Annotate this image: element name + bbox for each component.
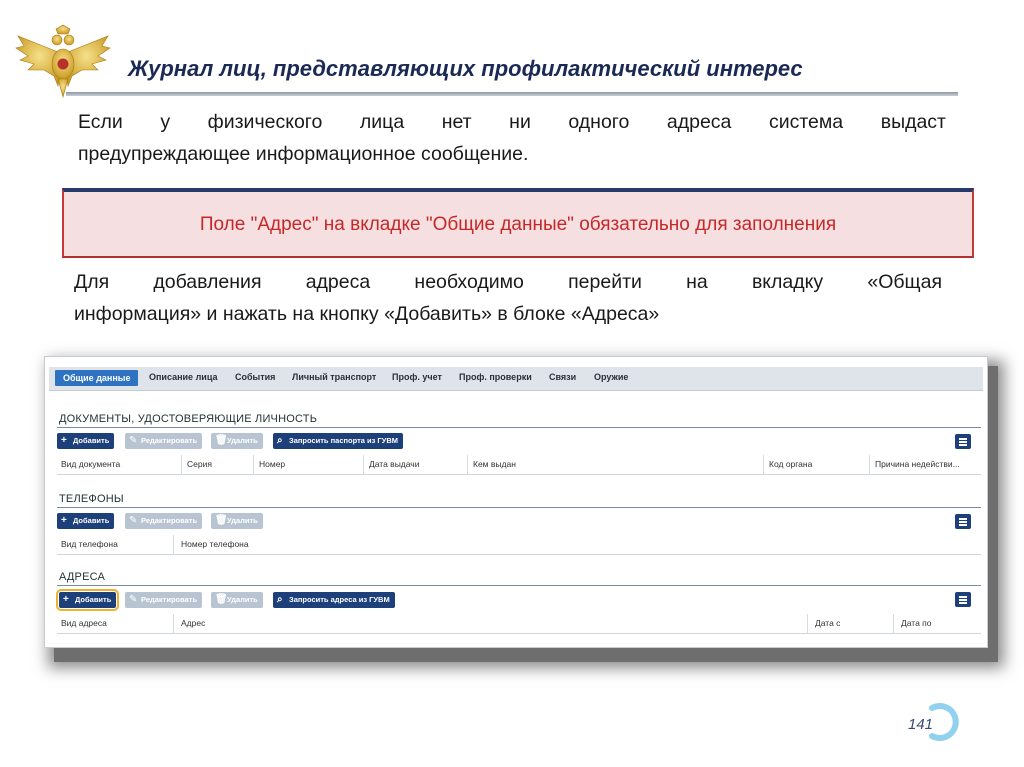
documents-section-title: ДОКУМЕНТЫ, УДОСТОВЕРЯЮЩИЕ ЛИЧНОСТЬ [59,413,318,425]
addresses-menu-button[interactable] [955,592,971,607]
intro-line-2: предупреждающее информационное сообщение… [78,143,529,165]
addresses-section-title: АДРЕСА [59,571,106,583]
warning-message-text: Поле "Адрес" на вкладке "Общие данные" о… [199,214,837,235]
phones-divider [57,507,981,508]
tab-weapons[interactable]: Оружие [594,372,628,382]
plus-icon: + [63,594,69,605]
plus-icon: + [61,515,67,526]
addresses-delete-button[interactable]: 🗑 Удалить [211,592,263,608]
column-header[interactable]: Кем выдан [473,459,516,469]
column-header[interactable]: Дата с [815,618,840,628]
documents-divider [57,427,981,428]
phones-delete-button[interactable]: 🗑 Удалить [211,513,263,529]
search-icon: ⌕ [277,594,283,605]
addresses-edit-button[interactable]: ✎ Редактировать [125,592,203,608]
phones-menu-button[interactable] [955,514,971,529]
column-header[interactable]: Дата по [901,618,932,628]
intro-paragraph: Если у физического лица нет ни одного ад… [78,106,946,170]
column-header[interactable]: Причина недействи... [875,459,960,469]
tab-events[interactable]: События [235,372,275,382]
addresses-table-header: Вид адреса Адрес Дата с Дата по [57,614,981,634]
addresses-request-button[interactable]: ⌕ Запросить адреса из ГУВМ [273,592,395,608]
column-header[interactable]: Дата выдачи [369,459,420,469]
instruction-paragraph: Для добавления адреса необходимо перейти… [74,266,942,330]
page-number: 141 [908,716,934,733]
tab-links[interactable]: Связи [549,372,576,382]
documents-add-button[interactable]: + Добавить [57,433,115,449]
pencil-icon: ✎ [129,515,138,526]
column-header[interactable]: Адрес [181,618,205,628]
documents-request-passport-button[interactable]: ⌕ Запросить паспорта из ГУВМ [273,433,404,449]
phones-section-title: ТЕЛЕФОНЫ [59,493,124,505]
documents-edit-button[interactable]: ✎ Редактировать [125,433,203,449]
tab-prof-checks[interactable]: Проф. проверки [459,372,532,382]
pencil-icon: ✎ [129,435,138,446]
phones-table-header: Вид телефона Номер телефона [57,535,981,555]
documents-menu-button[interactable] [955,434,971,449]
documents-delete-button[interactable]: 🗑 Удалить [211,433,263,449]
search-icon: ⌕ [277,435,283,446]
slide-title: Журнал лиц, представляющих профилактичес… [128,56,803,81]
phones-add-button[interactable]: + Добавить [57,513,115,529]
pencil-icon: ✎ [129,594,138,605]
eagle-emblem-icon [15,24,111,98]
trash-icon: 🗑 [215,435,228,446]
title-divider [66,92,958,96]
tab-prof-account[interactable]: Проф. учет [392,372,442,382]
column-header[interactable]: Номер телефона [181,539,249,549]
tab-personal-transport[interactable]: Личный транспорт [292,372,376,382]
addresses-divider [57,585,981,586]
column-header[interactable]: Вид телефона [61,539,118,549]
instruction-line-1: Для добавления адреса необходимо перейти… [74,271,942,293]
addresses-add-button[interactable]: + Добавить [55,589,120,611]
tab-bar: Общие данные Описание лица События Личны… [49,367,983,391]
tab-person-description[interactable]: Описание лица [149,372,217,382]
phones-edit-button[interactable]: ✎ Редактировать [125,513,203,529]
column-header[interactable]: Номер [259,459,285,469]
column-header[interactable]: Вид документа [61,459,120,469]
plus-icon: + [61,435,67,446]
column-header[interactable]: Серия [187,459,212,469]
warning-message-box: Поле "Адрес" на вкладке "Общие данные" о… [62,188,974,258]
column-header[interactable]: Вид адреса [61,618,107,628]
column-header[interactable]: Код органа [769,459,812,469]
trash-icon: 🗑 [215,515,228,526]
instruction-line-2: информация» и нажать на кнопку «Добавить… [74,303,660,325]
tab-general-data[interactable]: Общие данные [55,370,139,386]
trash-icon: 🗑 [215,594,228,605]
intro-line-1: Если у физического лица нет ни одного ад… [78,111,946,133]
app-screenshot: Общие данные Описание лица События Личны… [44,356,988,648]
documents-table-header: Вид документа Серия Номер Дата выдачи Ке… [57,455,981,475]
